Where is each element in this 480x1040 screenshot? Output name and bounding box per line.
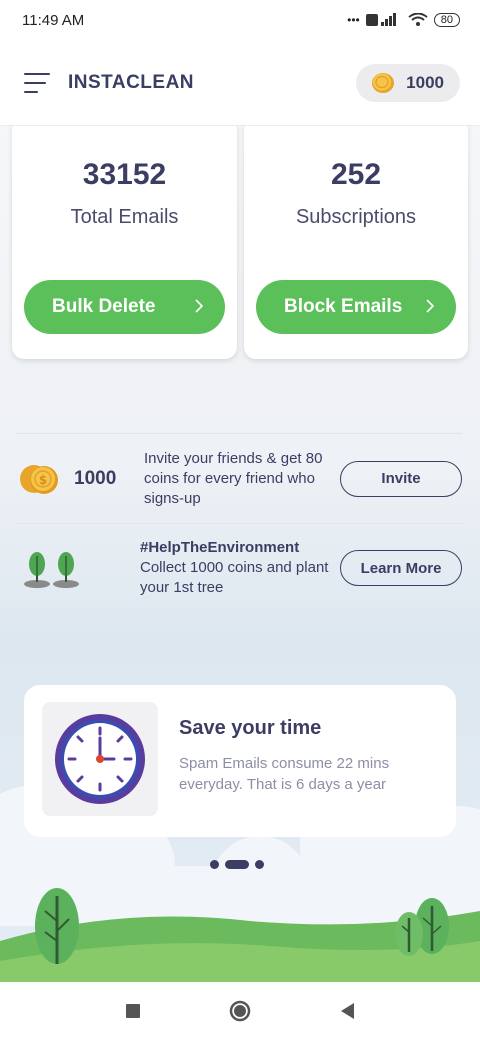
coin-count: 1000: [406, 72, 444, 92]
subscriptions-card: 252 Subscriptions Block Emails: [244, 126, 468, 359]
main-content: 33152 Total Emails Bulk Delete 252 Subsc…: [0, 126, 480, 982]
card-title: Save your time: [179, 717, 322, 739]
notification-dots-icon: •••: [347, 13, 360, 27]
environment-row: #HelpTheEnvironment Collect 1000 coins a…: [16, 523, 462, 613]
status-icons: ••• 80: [347, 13, 460, 27]
home-circle-icon[interactable]: [229, 1000, 251, 1022]
signal-icon: [365, 13, 396, 26]
coin-balance[interactable]: 1000: [356, 63, 460, 102]
total-emails-label: Total Emails: [70, 206, 179, 228]
environment-text: Collect 1000 coins and plant your 1st tr…: [140, 559, 329, 596]
carousel-dot[interactable]: [255, 860, 264, 869]
carousel-dot-active[interactable]: [225, 860, 249, 869]
environment-text-block: #HelpTheEnvironment Collect 1000 coins a…: [140, 538, 332, 598]
app-bar: INSTACLEAN 1000: [0, 40, 480, 126]
invite-button[interactable]: Invite: [340, 460, 462, 497]
system-nav-bar: [0, 982, 480, 1040]
invite-coins: 1000: [74, 467, 117, 489]
coin-icon: [372, 72, 395, 93]
block-emails-label: Block Emails: [284, 296, 403, 317]
carousel-dot[interactable]: [210, 860, 219, 869]
bulk-delete-button[interactable]: Bulk Delete: [24, 280, 225, 334]
saplings-icon: [24, 552, 79, 588]
clock-tile: [42, 702, 158, 816]
invite-text: Invite your friends & get 80 coins for e…: [144, 449, 323, 507]
invite-row: $ 1000 Invite your friends & get 80 coin…: [16, 433, 462, 523]
svg-text:$: $: [39, 473, 47, 487]
subscriptions-label: Subscriptions: [295, 206, 417, 228]
bulk-delete-label: Bulk Delete: [52, 296, 156, 317]
block-emails-button[interactable]: Block Emails: [256, 280, 456, 334]
recents-square-icon[interactable]: [125, 1003, 141, 1019]
tree-left-icon: [35, 888, 79, 964]
coin-stack-icon: $: [20, 464, 58, 494]
chevron-right-icon: [195, 299, 204, 313]
total-emails-card: 33152 Total Emails Bulk Delete: [12, 126, 237, 359]
wifi-icon: [408, 13, 428, 26]
environment-hashtag: #HelpTheEnvironment: [140, 539, 300, 556]
battery-icon: 80: [433, 13, 460, 27]
app-title: INSTACLEAN: [68, 71, 195, 93]
info-card: Save your time Spam Emails consume 22 mi…: [24, 685, 456, 837]
carousel-indicator: [210, 860, 264, 869]
total-emails-value: 33152: [82, 158, 167, 191]
chevron-right-icon: [426, 299, 435, 313]
clock-icon: [55, 714, 145, 804]
status-bar: 11:49 AM ••• 80: [0, 0, 480, 40]
status-time: 11:49 AM: [22, 11, 85, 29]
subscriptions-value: 252: [330, 158, 382, 191]
learn-more-button[interactable]: Learn More: [340, 550, 462, 586]
menu-icon[interactable]: [24, 72, 50, 93]
back-triangle-icon[interactable]: [339, 1002, 355, 1020]
card-description: Spam Emails consume 22 mins everyday. Th…: [179, 755, 390, 793]
